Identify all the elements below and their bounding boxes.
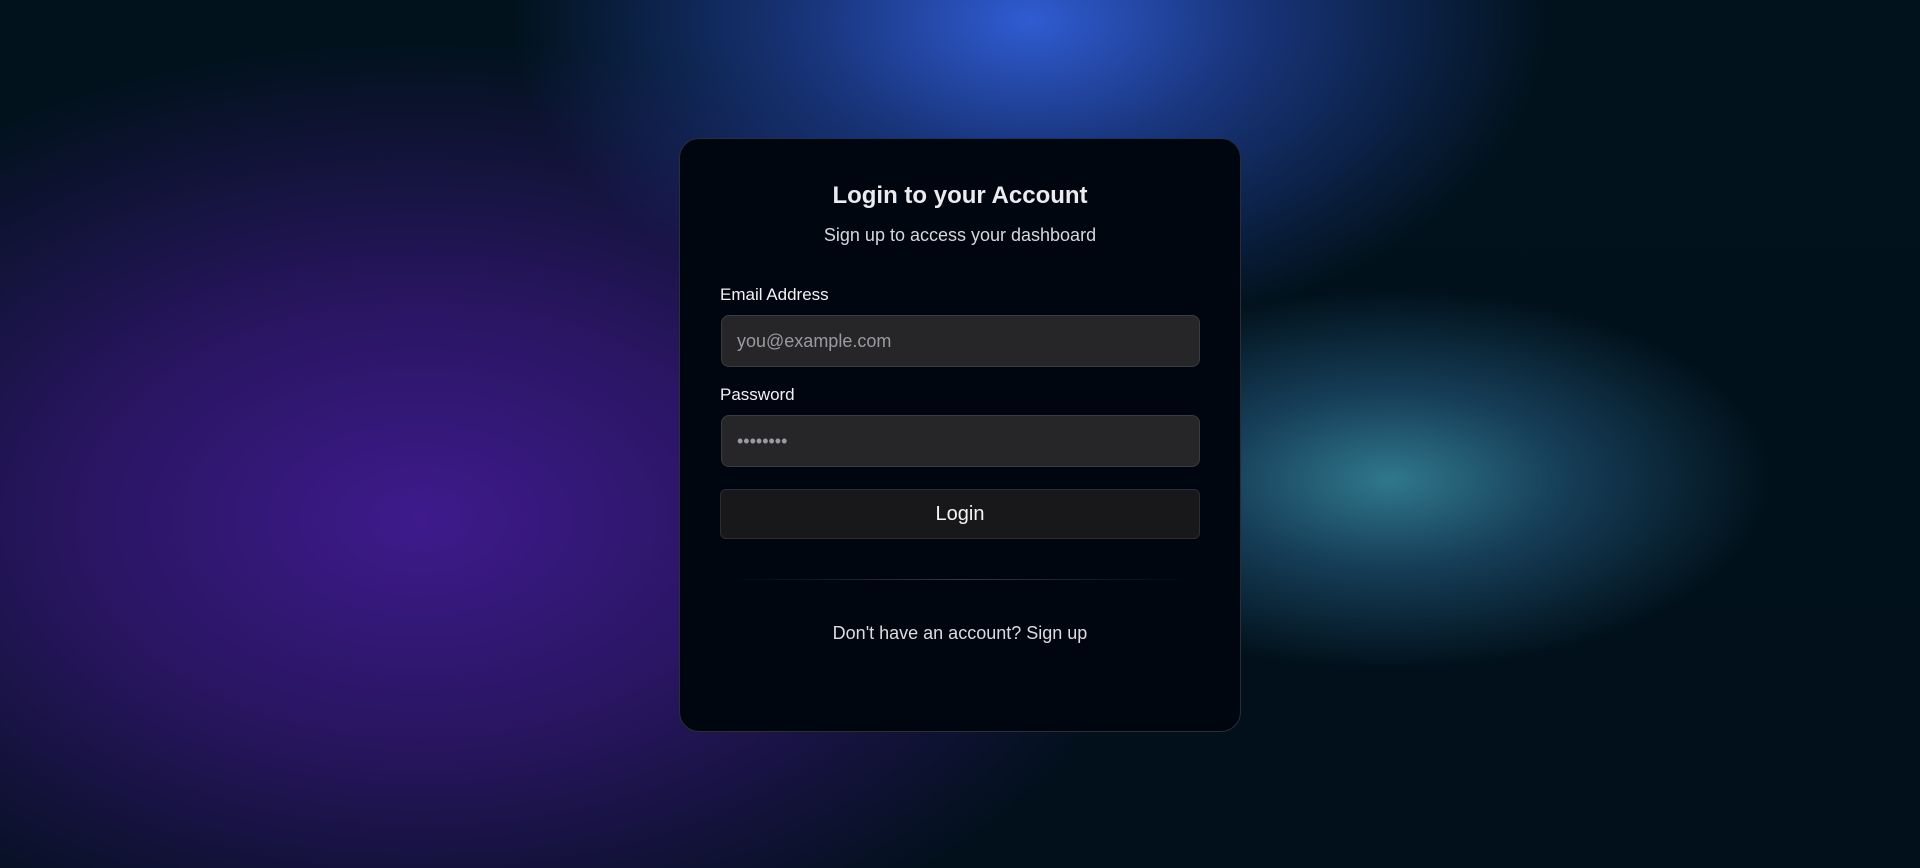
login-card: Login to your Account Sign up to access … <box>679 138 1241 732</box>
login-button[interactable]: Login <box>720 489 1200 539</box>
page-subtitle: Sign up to access your dashboard <box>823 225 1097 245</box>
divider <box>730 579 1190 580</box>
signup-link[interactable]: Sign up <box>1026 623 1087 643</box>
email-field[interactable] <box>721 315 1200 367</box>
password-label: Password <box>720 385 795 404</box>
page-title: Login to your Account <box>832 182 1088 209</box>
email-group: Email Address <box>720 285 1200 367</box>
login-form: Email Address Password Login <box>720 285 1200 539</box>
password-field[interactable] <box>721 415 1200 467</box>
signup-prompt-text: Don't have an account? <box>832 623 1022 643</box>
email-label: Email Address <box>720 285 829 304</box>
signup-prompt: Don't have an account? Sign up <box>720 622 1200 644</box>
password-group: Password <box>720 385 1200 467</box>
